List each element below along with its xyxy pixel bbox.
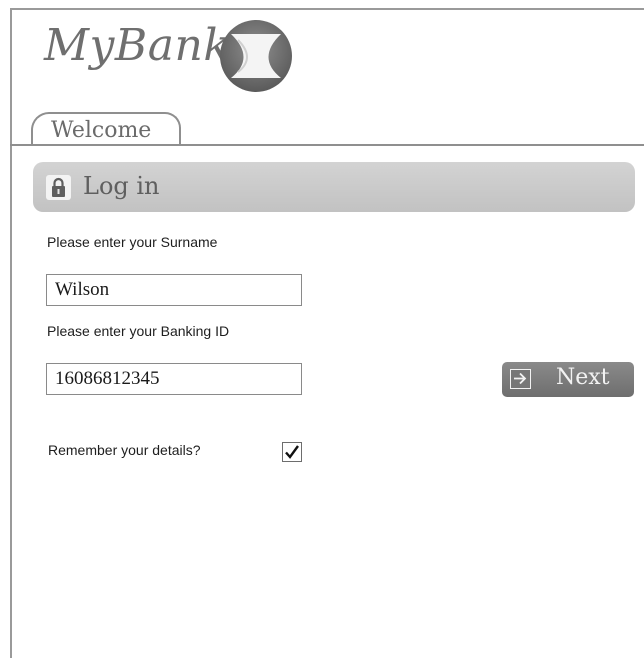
banking-id-input[interactable] — [46, 363, 302, 395]
login-header-bar: Log in — [33, 162, 635, 212]
login-heading: Log in — [83, 172, 160, 200]
tab-divider — [10, 144, 644, 146]
remember-checkbox[interactable] — [282, 442, 302, 462]
brand-logo-text: MyBank — [44, 20, 231, 71]
tab-welcome-label: Welcome — [51, 118, 152, 143]
remember-label: Remember your details? — [48, 442, 201, 458]
next-button[interactable]: Next — [502, 362, 634, 397]
banking-id-label: Please enter your Banking ID — [47, 323, 230, 339]
checkmark-icon — [285, 445, 299, 459]
hourglass-circle-icon — [220, 20, 292, 92]
tab-welcome[interactable]: Welcome — [31, 112, 181, 144]
next-button-label: Next — [556, 365, 610, 390]
surname-label: Please enter your Surname — [47, 234, 218, 250]
lock-icon — [46, 175, 71, 200]
arrow-right-icon — [510, 369, 531, 389]
surname-input[interactable] — [46, 274, 302, 306]
